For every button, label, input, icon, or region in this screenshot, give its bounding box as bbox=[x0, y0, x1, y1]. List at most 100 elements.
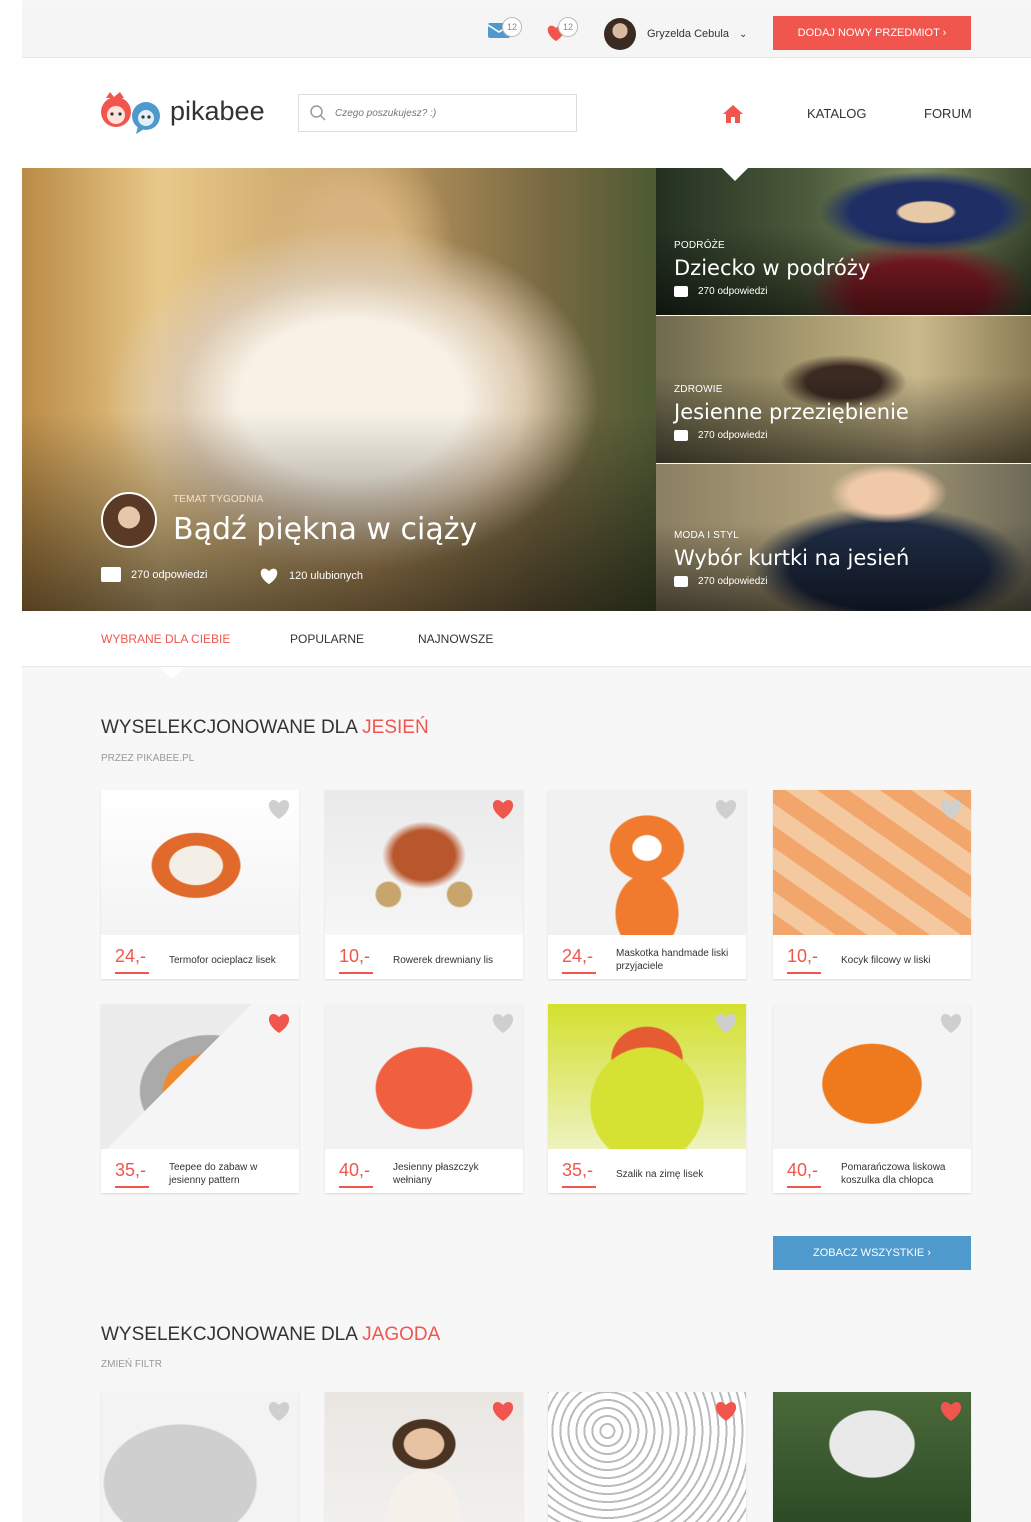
user-name: Gryzelda Cebula bbox=[647, 28, 729, 40]
product-card[interactable] bbox=[325, 1392, 523, 1522]
topic-title: Wybór kurtki na jesień bbox=[674, 546, 910, 570]
product-name-text: Teepee do zabaw w jesienny pattern bbox=[169, 1162, 258, 1186]
section-subtitle: PRZEZ PIKABEE.PL bbox=[101, 753, 195, 764]
nav-catalog[interactable]: KATALOG bbox=[807, 106, 866, 121]
product-price: 10,- bbox=[339, 946, 371, 966]
product-name: Pomarańczowa liskowa koszulka dla chłopc… bbox=[841, 1160, 965, 1188]
messages-button[interactable]: 12 bbox=[487, 17, 522, 43]
featured-meta-replies: 270 odpowiedzi bbox=[101, 567, 207, 582]
product-name: Jesienny płaszczyk wełniany bbox=[393, 1160, 517, 1188]
topic-card[interactable]: ZDROWIE Jesienne przeziębienie 270 odpow… bbox=[656, 316, 1031, 463]
search-input[interactable] bbox=[335, 95, 565, 131]
topic-card[interactable]: MODA I STYL Wybór kurtki na jesień 270 o… bbox=[656, 464, 1031, 611]
nav-forum[interactable]: FORUM bbox=[924, 106, 972, 121]
featured-topic[interactable]: TEMAT TYGODNIA Bądź piękna w ciąży 270 o… bbox=[22, 168, 656, 611]
tab-selected-for-you[interactable]: WYBRANE DLA CIEBIE bbox=[101, 632, 230, 646]
topic-replies: 270 odpowiedzi bbox=[698, 286, 768, 297]
product-card[interactable]: 35,- Szalik na zimę lisek bbox=[548, 1004, 746, 1193]
product-price: 24,- bbox=[562, 946, 594, 966]
page: 12 12 Gryzelda Cebula ⌄ DODAJ NOWY PRZED… bbox=[22, 0, 1031, 1522]
topic-title: Dziecko w podróży bbox=[674, 256, 871, 280]
price-underline bbox=[562, 1186, 596, 1188]
add-item-button[interactable]: DODAJ NOWY PRZEDMIOT › bbox=[773, 16, 971, 50]
nav-pointer bbox=[722, 168, 748, 181]
topic-category: MODA I STYL bbox=[674, 530, 739, 541]
heart-icon[interactable] bbox=[714, 798, 738, 820]
heart-icon[interactable] bbox=[491, 798, 515, 820]
comment-icon bbox=[674, 430, 688, 441]
heart-icon[interactable] bbox=[491, 1012, 515, 1034]
price-underline bbox=[787, 1186, 821, 1188]
product-price: 10,- bbox=[787, 946, 819, 966]
product-card[interactable]: 40,- Pomarańczowa liskowa koszulka dla ch… bbox=[773, 1004, 971, 1193]
product-card[interactable]: 10,- Kocyk filcowy w liski bbox=[773, 790, 971, 979]
heart-icon[interactable] bbox=[267, 1012, 291, 1034]
author-avatar bbox=[101, 492, 157, 548]
product-card[interactable]: 10,- Rowerek drewniany lis bbox=[325, 790, 523, 979]
section-title-accent: JESIEŃ bbox=[362, 717, 429, 738]
logo-text: pikabee bbox=[170, 96, 265, 126]
product-name: Maskotka handmade liski przyjaciele bbox=[616, 946, 740, 974]
logo-icon bbox=[101, 92, 160, 134]
heart-icon[interactable] bbox=[939, 1400, 963, 1422]
featured-title: Bądź piękna w ciąży bbox=[173, 512, 478, 547]
price-underline bbox=[115, 972, 149, 974]
product-card[interactable]: 35,- Teepee do zabaw w jesienny pattern bbox=[101, 1004, 299, 1193]
product-name-text: Szalik na zimę lisek bbox=[616, 1168, 704, 1180]
favorites-button[interactable]: 12 bbox=[546, 17, 578, 47]
product-name: Kocyk filcowy w liski bbox=[841, 946, 965, 974]
section-title: WYSELEKCJONOWANE DLA JESIEŃ bbox=[101, 717, 429, 739]
heart-icon[interactable] bbox=[939, 1012, 963, 1034]
home-icon[interactable] bbox=[722, 104, 744, 124]
featured-favorites: 120 ulubionych bbox=[289, 570, 364, 582]
chevron-down-icon: ⌄ bbox=[738, 28, 748, 40]
heart-icon[interactable] bbox=[714, 1012, 738, 1034]
topic-category: ZDROWIE bbox=[674, 384, 723, 395]
product-card[interactable]: 24,- Termofor ocieplacz lisek bbox=[101, 790, 299, 979]
product-name: Rowerek drewniany lis bbox=[393, 946, 517, 974]
heart-icon bbox=[260, 568, 278, 585]
tab-pointer bbox=[159, 667, 185, 679]
search-icon bbox=[310, 105, 326, 121]
product-name: Termofor ocieplacz lisek bbox=[169, 946, 293, 974]
heart-icon[interactable] bbox=[491, 1400, 515, 1422]
topic-title: Jesienne przeziębienie bbox=[674, 400, 909, 424]
featured-meta-favs: 120 ulubionych bbox=[259, 567, 363, 585]
topic-category: PODRÓŻE bbox=[674, 240, 725, 251]
topic-meta: 270 odpowiedzi bbox=[674, 430, 768, 441]
price-underline bbox=[787, 972, 821, 974]
tab-newest[interactable]: NAJNOWSZE bbox=[418, 632, 493, 646]
heart-icon[interactable] bbox=[939, 798, 963, 820]
featured-replies: 270 odpowiedzi bbox=[131, 568, 208, 581]
product-card[interactable]: 40,- Jesienny płaszczyk wełniany bbox=[325, 1004, 523, 1193]
topic-card[interactable]: PODRÓŻE Dziecko w podróży 270 odpowiedzi bbox=[656, 168, 1031, 315]
heart-icon[interactable] bbox=[267, 798, 291, 820]
heart-icon[interactable] bbox=[714, 1400, 738, 1422]
heart-icon[interactable] bbox=[267, 1400, 291, 1422]
product-name-text: Termofor ocieplacz lisek bbox=[169, 954, 276, 966]
search-box[interactable] bbox=[298, 94, 577, 132]
logo[interactable]: pikabee bbox=[100, 90, 265, 134]
user-menu[interactable]: Gryzelda Cebula ⌄ bbox=[604, 18, 747, 50]
favorites-badge: 12 bbox=[558, 17, 578, 37]
topic-replies: 270 odpowiedzi bbox=[698, 576, 768, 587]
messages-badge: 12 bbox=[502, 17, 522, 37]
section-title: WYSELEKCJONOWANE DLA JAGODA bbox=[101, 1324, 440, 1346]
product-card[interactable] bbox=[773, 1392, 971, 1522]
see-all-button[interactable]: ZOBACZ WSZYSTKIE › bbox=[773, 1236, 971, 1270]
product-price: 24,- bbox=[115, 946, 147, 966]
tab-popular[interactable]: POPULARNE bbox=[290, 632, 364, 646]
product-card[interactable] bbox=[101, 1392, 299, 1522]
change-filter-link[interactable]: ZMIEŃ FILTR bbox=[101, 1359, 162, 1370]
price-underline bbox=[562, 972, 596, 974]
price-underline bbox=[339, 972, 373, 974]
product-card[interactable]: 24,- Maskotka handmade liski przyjaciele bbox=[548, 790, 746, 979]
comment-icon bbox=[674, 576, 688, 587]
avatar bbox=[604, 18, 636, 50]
section-title-accent: JAGODA bbox=[362, 1324, 441, 1345]
product-card[interactable] bbox=[548, 1392, 746, 1522]
product-name-text: Rowerek drewniany lis bbox=[393, 954, 494, 966]
section-title-prefix: WYSELEKCJONOWANE DLA bbox=[101, 717, 363, 738]
featured-category: TEMAT TYGODNIA bbox=[173, 494, 264, 505]
topic-replies: 270 odpowiedzi bbox=[698, 430, 768, 441]
